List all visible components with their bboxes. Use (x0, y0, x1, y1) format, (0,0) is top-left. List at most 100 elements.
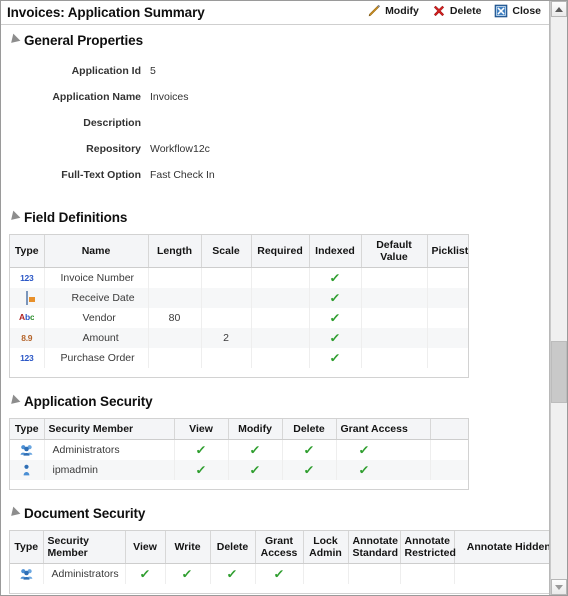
property-value: Fast Check In (150, 169, 215, 181)
column-header-lock-admin[interactable]: Lock Admin (303, 531, 349, 564)
modify-label: Modify (385, 5, 419, 17)
column-header-modify[interactable]: Modify (228, 419, 283, 440)
section-header-general-properties[interactable]: General Properties (1, 33, 549, 48)
field-name-cell: Vendor (44, 308, 149, 328)
scrollbar-thumb[interactable] (551, 341, 567, 403)
chevron-down-icon (555, 584, 563, 590)
check-icon: ✓ (181, 566, 194, 581)
disclosure-triangle-icon (7, 210, 21, 224)
check-icon: ✓ (329, 310, 341, 325)
delete-button[interactable]: Delete (432, 4, 482, 18)
field-scale-cell (201, 267, 252, 288)
text-type-icon: A b c (19, 312, 34, 321)
field-length-cell (148, 328, 202, 348)
member-type-cell (10, 563, 44, 584)
field-picklist-cell (427, 288, 468, 308)
column-header-delete[interactable]: Delete (210, 531, 256, 564)
check-icon: ✓ (357, 462, 370, 477)
field-definitions-table-container: Type Name Length Scale Required Indexed … (9, 234, 469, 378)
field-required-cell (251, 288, 310, 308)
scroll-up-button[interactable] (551, 1, 567, 17)
property-label: Repository (86, 143, 141, 155)
column-header-length[interactable]: Length (148, 235, 202, 268)
close-button[interactable]: Close (494, 4, 541, 18)
vertical-scrollbar[interactable] (550, 1, 567, 595)
table-row[interactable]: 8.9 Amount 2 ✓ (10, 328, 468, 348)
column-header-default-value[interactable]: Default Value (361, 235, 428, 268)
table-row[interactable]: ipmadmin ✓ ✓ ✓ ✓ (10, 460, 468, 480)
field-scale-cell: 2 (201, 328, 252, 348)
column-header-grant-access[interactable]: Grant Access (336, 419, 431, 440)
table-filler-row (10, 480, 468, 489)
section-header-field-definitions[interactable]: Field Definitions (1, 210, 549, 225)
column-header-annotate-hidden[interactable]: Annotate Hidden (454, 531, 549, 564)
table-row[interactable]: 123 Invoice Number ✓ (10, 267, 468, 288)
delete-cell: ✓ (282, 439, 337, 460)
column-header-indexed[interactable]: Indexed (309, 235, 362, 268)
field-name-cell: Amount (44, 328, 149, 348)
table-header-row: Type Name Length Scale Required Indexed … (10, 235, 468, 268)
column-header-write[interactable]: Write (165, 531, 211, 564)
property-row: Application Name Invoices (1, 84, 215, 110)
column-header-required[interactable]: Required (251, 235, 310, 268)
table-row[interactable]: A b c Vendor 80 ✓ (10, 308, 468, 328)
modify-button[interactable]: Modify (367, 4, 419, 18)
column-header-annotate-restricted[interactable]: Annotate Restricted (400, 531, 456, 564)
column-header-security-member[interactable]: Security Member (43, 531, 126, 564)
section-title-document-security: Document Security (24, 506, 146, 521)
modify-cell: ✓ (228, 439, 283, 460)
field-indexed-cell: ✓ (309, 328, 362, 348)
field-scale-cell (201, 308, 252, 328)
close-box-icon (494, 4, 508, 18)
field-indexed-cell: ✓ (309, 267, 362, 288)
field-indexed-cell: ✓ (309, 288, 362, 308)
column-header-view[interactable]: View (125, 531, 166, 564)
field-length-cell (148, 267, 202, 288)
table-row[interactable]: Receive Date ✓ (10, 288, 468, 308)
grant-access-cell: ✓ (336, 460, 431, 480)
column-header-security-member[interactable]: Security Member (44, 419, 175, 440)
section-header-application-security[interactable]: Application Security (1, 394, 549, 409)
member-type-cell (10, 460, 45, 480)
table-row[interactable]: Administrators ✓ ✓ ✓ ✓ (10, 563, 549, 584)
section-title-field-definitions: Field Definitions (24, 210, 128, 225)
column-header-view[interactable]: View (174, 419, 229, 440)
property-label: Full-Text Option (61, 169, 141, 181)
member-type-cell (10, 439, 45, 460)
delete-cell: ✓ (282, 460, 337, 480)
lock-admin-cell (303, 563, 349, 584)
write-cell: ✓ (165, 563, 211, 584)
column-header-name[interactable]: Name (44, 235, 149, 268)
field-default-cell (361, 288, 428, 308)
disclosure-triangle-icon (7, 394, 21, 408)
delete-label: Delete (449, 5, 482, 17)
column-header-picklist[interactable]: Picklist (427, 235, 468, 268)
property-value (150, 110, 215, 136)
column-header-delete[interactable]: Delete (282, 419, 337, 440)
column-header-type[interactable]: Type (10, 419, 45, 440)
column-header-scale[interactable]: Scale (201, 235, 252, 268)
property-value: Workflow12c (150, 143, 210, 155)
field-scale-cell (201, 348, 252, 368)
decimal-type-icon: 8.9 (21, 333, 33, 343)
page-content: Invoices: Application Summary Modify Del… (1, 1, 550, 595)
check-icon: ✓ (329, 270, 341, 285)
column-header-grant-access[interactable]: Grant Access (255, 531, 304, 564)
field-name-cell: Purchase Order (44, 348, 149, 368)
field-required-cell (251, 348, 310, 368)
field-picklist-cell (427, 308, 468, 328)
document-security-table: Type Security Member View Write Delete G… (10, 531, 549, 593)
red-x-icon (432, 4, 446, 18)
table-row[interactable]: Administrators ✓ ✓ ✓ ✓ (10, 439, 468, 460)
scroll-down-button[interactable] (551, 579, 567, 595)
column-header-type[interactable]: Type (10, 531, 44, 564)
column-header-type[interactable]: Type (10, 235, 45, 268)
field-name-cell: Invoice Number (44, 267, 149, 288)
page-toolbar: Modify Delete Close (367, 4, 541, 18)
svg-text:c: c (30, 312, 34, 321)
table-row[interactable]: 123 Purchase Order ✓ (10, 348, 468, 368)
section-header-document-security[interactable]: Document Security (1, 506, 549, 521)
page-title: Invoices: Application Summary (7, 5, 205, 20)
field-required-cell (251, 267, 310, 288)
column-header-annotate-standard[interactable]: Annotate Standard (348, 531, 401, 564)
